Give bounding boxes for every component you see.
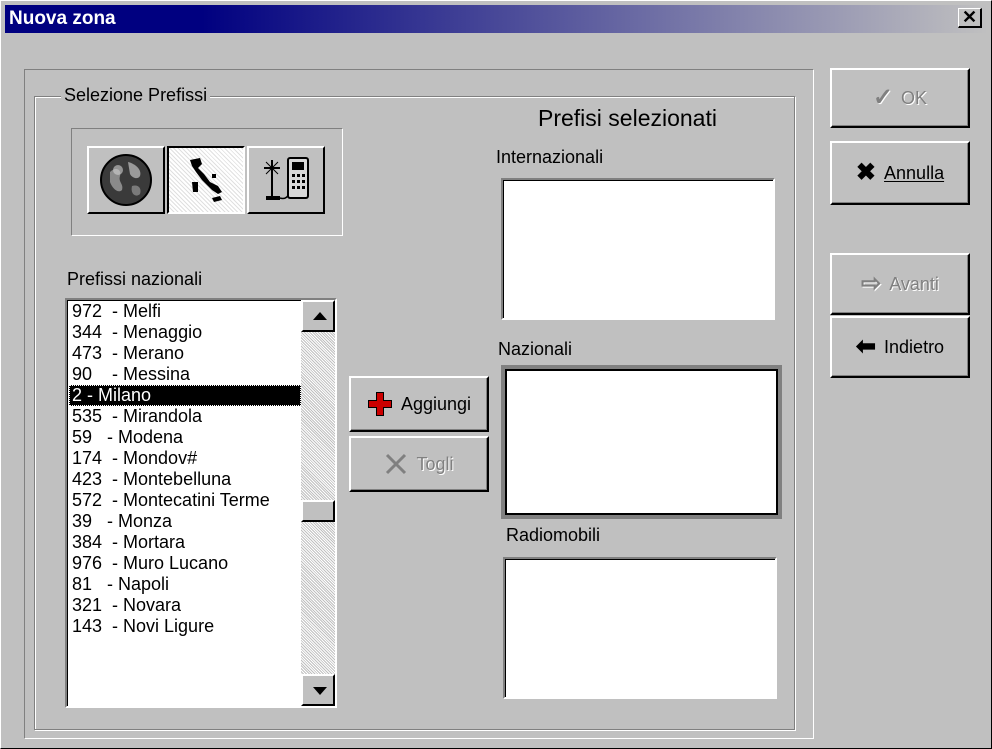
list-item[interactable]: 535 - Mirandola [69,406,301,427]
plus-icon [367,392,392,416]
italy-map-icon [190,158,222,202]
cancel-x-icon: ✖ [855,159,877,186]
add-button[interactable]: Aggiungi [349,376,489,432]
list-scrollbar[interactable] [301,300,335,706]
back-button[interactable]: ⬅ Indietro [830,316,970,378]
national-list[interactable] [501,365,782,519]
international-category-button[interactable] [87,146,165,214]
window-title: Nuova zona [9,8,116,29]
list-items: 972 - Melfi 344 - Menaggio 473 - Merano 90 … [69,301,301,637]
list-item[interactable]: 344 - Menaggio [69,322,301,343]
list-item[interactable]: 2 - Milano [69,385,301,406]
mobile-list[interactable] [503,557,777,699]
list-item[interactable]: 39 - Monza [69,511,301,532]
list-item[interactable]: 81 - Napoli [69,574,301,595]
arrow-left-icon: ⬅ [855,333,877,360]
group-legend: Selezione Prefissi [61,85,211,106]
remove-button[interactable]: Togli [349,436,489,492]
x-icon [386,453,407,475]
mobile-label: Radiomobili [506,525,601,545]
list-item[interactable]: 59 - Modena [69,427,301,448]
arrow-right-icon: ⇨ [861,270,882,297]
selected-prefixes-title: Prefisi selezionati [538,105,717,131]
arrow-down-icon [313,687,327,695]
list-item[interactable]: 572 - Montecatini Terme [69,490,301,511]
title-bar[interactable]: Nuova zona ✕ [5,5,988,33]
add-button-label: Aggiungi [400,393,472,414]
mobile-phone-icon [264,157,309,200]
close-icon: ✕ [961,7,978,27]
cancel-button[interactable]: ✖ Annulla [830,141,970,205]
international-label: Internazionali [496,147,604,167]
list-item[interactable]: 473 - Merano [69,343,301,364]
national-category-button[interactable] [167,146,245,214]
remove-button-label: Togli [416,453,454,474]
ok-button-label: OK [901,87,928,108]
next-button-label: Avanti [889,273,939,294]
close-button[interactable]: ✕ [958,8,982,28]
mobile-category-button[interactable] [247,146,325,214]
list-item[interactable]: 90 - Messina [69,364,301,385]
list-item[interactable]: 976 - Muro Lucano [69,553,301,574]
international-list[interactable] [501,178,775,320]
scroll-thumb[interactable] [301,500,335,522]
national-label: Nazionali [498,339,573,359]
next-button[interactable]: ⇨ Avanti [830,253,970,315]
list-item[interactable]: 143 - Novi Ligure [69,616,301,637]
globe-icon [100,154,152,206]
check-icon: ✓ [872,84,894,111]
cancel-button-label: Annulla [884,162,945,183]
scroll-up-button[interactable] [301,300,335,332]
list-item[interactable]: 174 - Mondov# [69,448,301,469]
dialog-window: Nuova zona ✕ Selezione Prefissi Prefissi… [0,0,992,749]
list-item[interactable]: 384 - Mortara [69,532,301,553]
list-item[interactable]: 321 - Novara [69,595,301,616]
national-prefixes-list[interactable]: 972 - Melfi 344 - Menaggio 473 - Merano 90 … [65,298,337,708]
ok-button[interactable]: ✓ OK [830,68,970,128]
list-item[interactable]: 972 - Melfi [69,301,301,322]
list-item[interactable]: 423 - Montebelluna [69,469,301,490]
national-prefixes-label: Prefissi nazionali [67,269,203,289]
back-button-label: Indietro [884,336,945,357]
scroll-down-button[interactable] [301,674,335,706]
arrow-up-icon [313,312,327,320]
